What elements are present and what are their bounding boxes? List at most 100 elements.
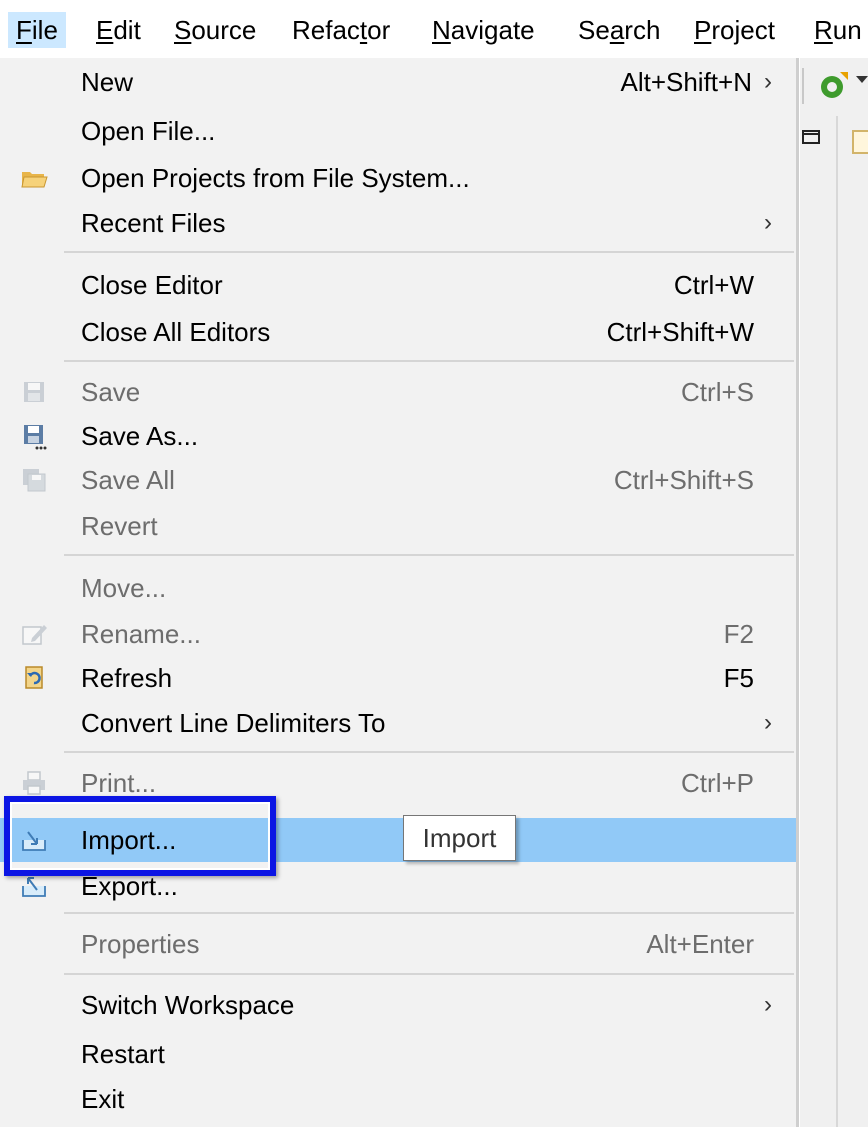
menu-refactor-pre: Refac [292, 15, 360, 45]
chevron-down-icon[interactable] [856, 76, 868, 83]
menu-item-properties[interactable]: Properties Alt+Enter [0, 922, 796, 966]
menu-item-label: Convert Line Delimiters To [81, 708, 386, 738]
menu-file[interactable]: File [8, 12, 66, 48]
menu-source-post: ource [191, 15, 257, 45]
save-icon [24, 382, 44, 402]
menu-item-accelerator: F5 [723, 663, 754, 693]
menu-file-post: ile [31, 15, 58, 45]
menu-item-label: Save All [81, 465, 175, 495]
save-as-icon [24, 425, 47, 450]
menu-item-label: Switch Workspace [81, 990, 295, 1020]
menu-item-exit[interactable]: Exit [0, 1077, 796, 1121]
menu-item-label: Save As... [81, 421, 199, 451]
menu-run-mnemonic: R [814, 15, 833, 45]
tooltip: Import [403, 815, 516, 861]
editor-tab-icon [852, 130, 868, 154]
menu-item-save-all[interactable]: Save All Ctrl+Shift+S [0, 458, 796, 502]
menu-item-accelerator: Ctrl+Shift+S [613, 465, 754, 495]
menu-run-post: un [832, 15, 862, 45]
menu-project-mnemonic: P [694, 15, 712, 45]
menu-item-close-all-editors[interactable]: Close All Editors Ctrl+Shift+W [0, 310, 796, 354]
menu-separator [64, 554, 794, 556]
menu-item-label: Open File... [81, 116, 216, 146]
menu-item-label: Import... [81, 825, 177, 855]
menu-bar: File Edit Source Refactor Navigate Searc… [0, 0, 868, 58]
menu-item-label: Recent Files [81, 208, 226, 238]
menu-item-rename[interactable]: Rename... F2 [0, 612, 796, 656]
menu-item-restart[interactable]: Restart [0, 1032, 796, 1076]
menu-edit-post: dit [113, 15, 141, 45]
menu-separator [64, 973, 794, 975]
menu-item-label: Close Editor [81, 270, 223, 300]
menu-refactor[interactable]: Refactor [292, 12, 390, 48]
save-all-icon [23, 469, 46, 492]
menu-run[interactable]: Run [814, 12, 862, 48]
menu-item-refresh[interactable]: Refresh F5 [0, 656, 796, 700]
menu-separator [64, 912, 794, 914]
menu-source-mnemonic: S [174, 15, 192, 45]
menu-item-label: Properties [81, 929, 200, 959]
menu-item-convert-line-delimiters[interactable]: Convert Line Delimiters To › [0, 701, 796, 745]
run-last-tool-icon[interactable] [818, 70, 850, 102]
menu-item-label: Exit [81, 1084, 125, 1114]
submenu-arrow-icon: › [764, 68, 772, 95]
menu-item-export[interactable]: Export... [0, 864, 796, 908]
menu-search-mnemonic: a [609, 15, 625, 45]
import-icon [22, 831, 46, 851]
menu-item-close-editor[interactable]: Close Editor Ctrl+W [0, 263, 796, 307]
menu-item-revert[interactable]: Revert [0, 504, 796, 548]
menu-item-print[interactable]: Print... Ctrl+P [0, 761, 796, 805]
menu-item-import[interactable]: Import... [0, 818, 796, 862]
submenu-arrow-icon: › [764, 709, 772, 736]
menu-item-label: Refresh [81, 663, 173, 693]
file-menu: New Alt+Shift+N › Open File... Open Proj… [0, 58, 799, 1127]
menu-refactor-post: or [367, 15, 391, 45]
menu-item-accelerator: Ctrl+W [673, 270, 754, 300]
menu-navigate-mnemonic: N [432, 15, 451, 45]
menu-item-open-projects[interactable]: Open Projects from File System... [0, 156, 796, 200]
menu-item-label: Close All Editors [81, 317, 271, 347]
menu-item-label: Revert [81, 511, 158, 541]
menu-file-mnemonic: F [16, 15, 32, 45]
menu-item-accelerator: Ctrl+Shift+W [606, 317, 754, 347]
menu-source[interactable]: Source [174, 12, 256, 48]
panel-divider [836, 116, 838, 1127]
menu-item-label: Open Projects from File System... [81, 163, 470, 193]
menu-navigate[interactable]: Navigate [432, 12, 535, 48]
menu-item-label: Restart [81, 1039, 165, 1069]
menu-search-pre: Se [578, 15, 610, 45]
menu-edit-mnemonic: E [96, 15, 114, 45]
menu-item-open-file[interactable]: Open File... [0, 109, 796, 153]
menu-item-recent-files[interactable]: Recent Files › [0, 201, 796, 245]
menu-item-save-as[interactable]: Save As... [0, 414, 796, 458]
menu-separator [64, 251, 794, 253]
menu-project[interactable]: Project [694, 12, 775, 48]
menu-item-label: Export... [81, 871, 178, 901]
menu-item-label: Save [81, 377, 141, 407]
menu-search-post: rch [624, 15, 661, 45]
menu-item-label: Move... [81, 573, 167, 603]
menu-project-post: roject [711, 15, 775, 45]
menu-item-accelerator: Alt+Shift+N [620, 67, 752, 97]
refresh-icon [25, 666, 43, 689]
menu-item-new[interactable]: New Alt+Shift+N › [0, 60, 796, 104]
menu-item-switch-workspace[interactable]: Switch Workspace › [0, 983, 796, 1027]
export-icon [22, 877, 46, 897]
submenu-arrow-icon: › [764, 991, 772, 1018]
workbench-background [800, 58, 868, 1127]
print-icon [23, 771, 45, 795]
folder-open-icon [21, 172, 48, 188]
menu-separator [64, 360, 794, 362]
menu-item-accelerator: F2 [723, 619, 754, 649]
toolbar-separator [802, 68, 804, 104]
menu-item-accelerator: Alt+Enter [646, 929, 754, 959]
menu-edit[interactable]: Edit [96, 12, 141, 48]
menu-search[interactable]: Search [578, 12, 660, 48]
menu-item-move[interactable]: Move... [0, 566, 796, 610]
menu-item-save[interactable]: Save Ctrl+S [0, 370, 796, 414]
rename-icon [22, 625, 47, 645]
restore-icon[interactable] [802, 128, 820, 146]
menu-navigate-post: avigate [450, 15, 535, 45]
submenu-arrow-icon: › [764, 209, 772, 236]
menu-item-accelerator: Ctrl+S [681, 377, 754, 407]
